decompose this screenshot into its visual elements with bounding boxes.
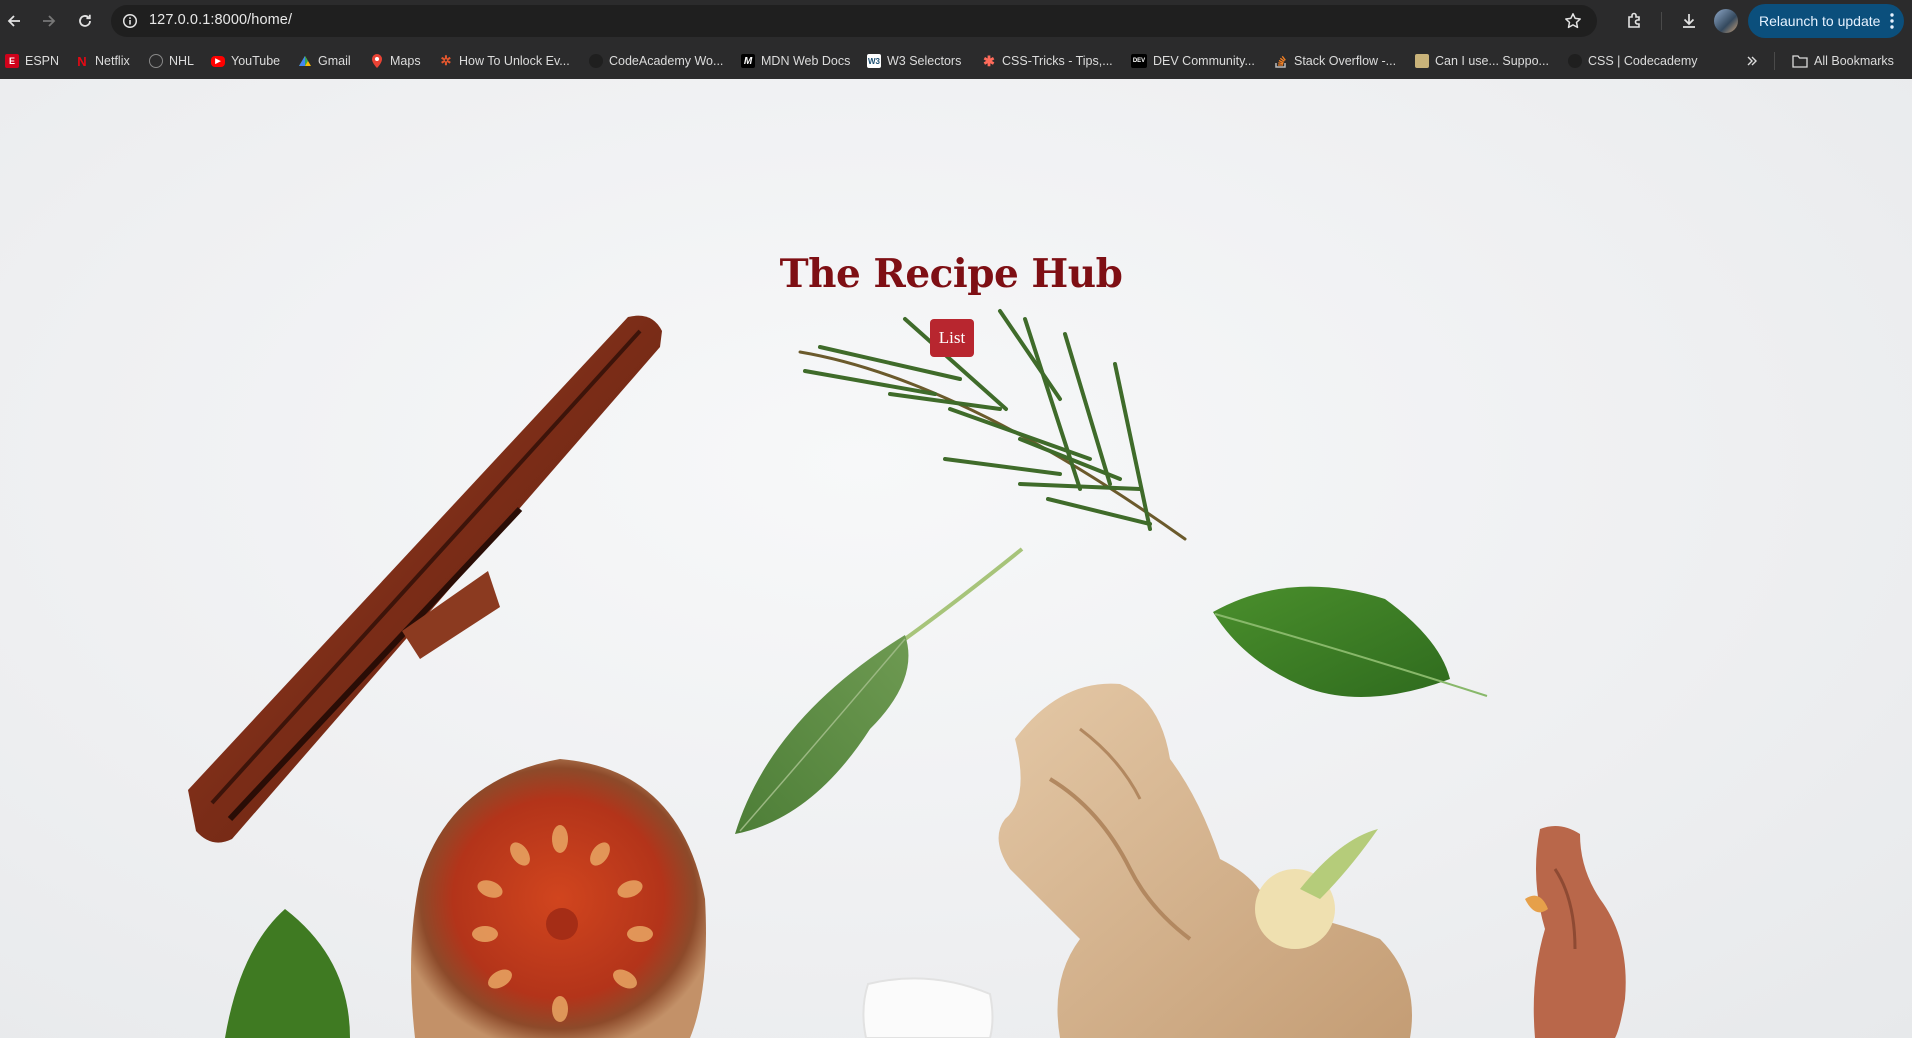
stackoverflow-icon: [1274, 54, 1288, 68]
bookmark-w3-selectors[interactable]: W3 W3 Selectors: [867, 52, 961, 70]
all-bookmarks-label: All Bookmarks: [1814, 54, 1894, 68]
bookmark-label: CodeAcademy Wo...: [609, 54, 724, 68]
bookmark-label: CSS | Codecademy: [1588, 54, 1698, 68]
address-bar[interactable]: 127.0.0.1:8000/home/: [111, 5, 1597, 37]
salt-crystal-image: [862, 977, 994, 1038]
caniuse-icon: [1415, 54, 1429, 68]
bookmark-mdn[interactable]: M MDN Web Docs: [741, 52, 850, 70]
bookmark-label: How To Unlock Ev...: [459, 54, 570, 68]
turmeric-root-image: [1525, 825, 1626, 1038]
site-info-icon[interactable]: [121, 12, 139, 30]
bookmark-netflix[interactable]: N Netflix: [75, 52, 130, 70]
downloads-icon[interactable]: [1678, 10, 1700, 32]
bookmark-dev-community[interactable]: DEV DEV Community...: [1131, 52, 1255, 70]
dried-fruit-slice-image: [411, 759, 706, 1038]
bookmark-maps[interactable]: Maps: [370, 52, 421, 70]
bookmark-label: MDN Web Docs: [761, 54, 851, 68]
bookmark-label: ESPN: [25, 54, 60, 68]
back-button[interactable]: [2, 9, 26, 33]
bookmark-nhl[interactable]: NHL: [149, 52, 194, 70]
basil-leaf-image: [1213, 586, 1488, 697]
list-button[interactable]: List: [930, 319, 974, 357]
bookmark-star-icon[interactable]: [1563, 11, 1583, 31]
bookmark-espn[interactable]: E ESPN: [5, 52, 59, 70]
codecademy-icon: [1568, 54, 1582, 68]
extensions-icon[interactable]: [1624, 10, 1646, 32]
bay-leaf-image: [225, 909, 350, 1038]
bookmark-can-i-use[interactable]: Can I use... Suppo...: [1415, 52, 1549, 70]
forward-button[interactable]: [37, 9, 61, 33]
spices-and-herbs-background: [188, 309, 1626, 1038]
relaunch-to-update-button[interactable]: Relaunch to update: [1748, 4, 1904, 38]
bookmark-gmail[interactable]: Gmail: [298, 52, 351, 70]
bookmark-label: CSS-Tricks - Tips,...: [1002, 54, 1113, 68]
reload-button[interactable]: [73, 9, 97, 33]
bookmark-label: Netflix: [95, 54, 130, 68]
bookmarks-bar: E ESPN N Netflix NHL ▶ YouTube Gmail Maps ✲…: [0, 42, 1912, 79]
bookmark-codeacademy[interactable]: CodeAcademy Wo...: [589, 52, 723, 70]
bookmark-label: DEV Community...: [1153, 54, 1255, 68]
bookmark-label: YouTube: [231, 54, 281, 68]
bookmark-label: NHL: [169, 54, 195, 68]
page-title: The Recipe Hub: [779, 251, 1123, 297]
bookmark-label: Can I use... Suppo...: [1435, 54, 1549, 68]
toolbar-divider: [1661, 12, 1662, 30]
folder-icon: [1792, 55, 1808, 68]
arrow-right-icon: [43, 15, 56, 27]
bookmark-label: Stack Overflow -...: [1294, 54, 1397, 68]
rosemary-sprig-image: [798, 309, 1187, 541]
bookmarks-divider: [1774, 52, 1775, 70]
gear-favicon-icon: ✲: [440, 53, 452, 68]
relaunch-label: Relaunch to update: [1759, 13, 1881, 29]
bookmark-stack-overflow[interactable]: Stack Overflow -...: [1274, 52, 1396, 70]
espn-icon: E: [5, 54, 19, 68]
url-text[interactable]: 127.0.0.1:8000/home/: [149, 12, 292, 28]
bookmark-youtube[interactable]: ▶ YouTube: [211, 52, 280, 70]
w3schools-icon: W3: [867, 54, 881, 68]
ginger-root-image: [998, 683, 1412, 1038]
page-body: The Recipe Hub List: [0, 79, 1912, 1038]
browser-toolbar: 127.0.0.1:8000/home/ Relaunch to update: [0, 0, 1912, 42]
cinnamon-stick-image: [188, 315, 662, 843]
profile-avatar[interactable]: [1714, 9, 1738, 33]
bookmark-css-tricks[interactable]: ✱ CSS-Tricks - Tips,...: [982, 52, 1113, 70]
more-menu-icon[interactable]: [1890, 12, 1894, 30]
netflix-icon: N: [77, 53, 87, 69]
bookmark-label: Gmail: [318, 54, 351, 68]
bookmark-how-to-unlock[interactable]: ✲ How To Unlock Ev...: [439, 52, 570, 70]
nhl-icon: [149, 54, 163, 68]
bookmark-label: W3 Selectors: [887, 54, 962, 68]
bookmark-label: Maps: [390, 54, 421, 68]
dev-icon: DEV: [1131, 54, 1147, 68]
bookmark-css-codecademy[interactable]: CSS | Codecademy: [1568, 52, 1698, 70]
maps-icon: [370, 54, 384, 68]
mdn-icon: M: [741, 54, 755, 68]
reload-icon: [79, 14, 91, 27]
sage-leaf-image: [735, 547, 1024, 834]
css-tricks-icon: ✱: [983, 52, 995, 69]
gmail-icon: [298, 54, 312, 68]
all-bookmarks-button[interactable]: All Bookmarks: [1792, 52, 1894, 70]
youtube-icon: ▶: [211, 55, 225, 67]
browser-chrome: 127.0.0.1:8000/home/ Relaunch to update …: [0, 0, 1912, 79]
more-bookmarks-chevron-icon[interactable]: [1745, 52, 1759, 70]
codecademy-icon: [589, 54, 603, 68]
arrow-left-icon: [7, 15, 20, 27]
